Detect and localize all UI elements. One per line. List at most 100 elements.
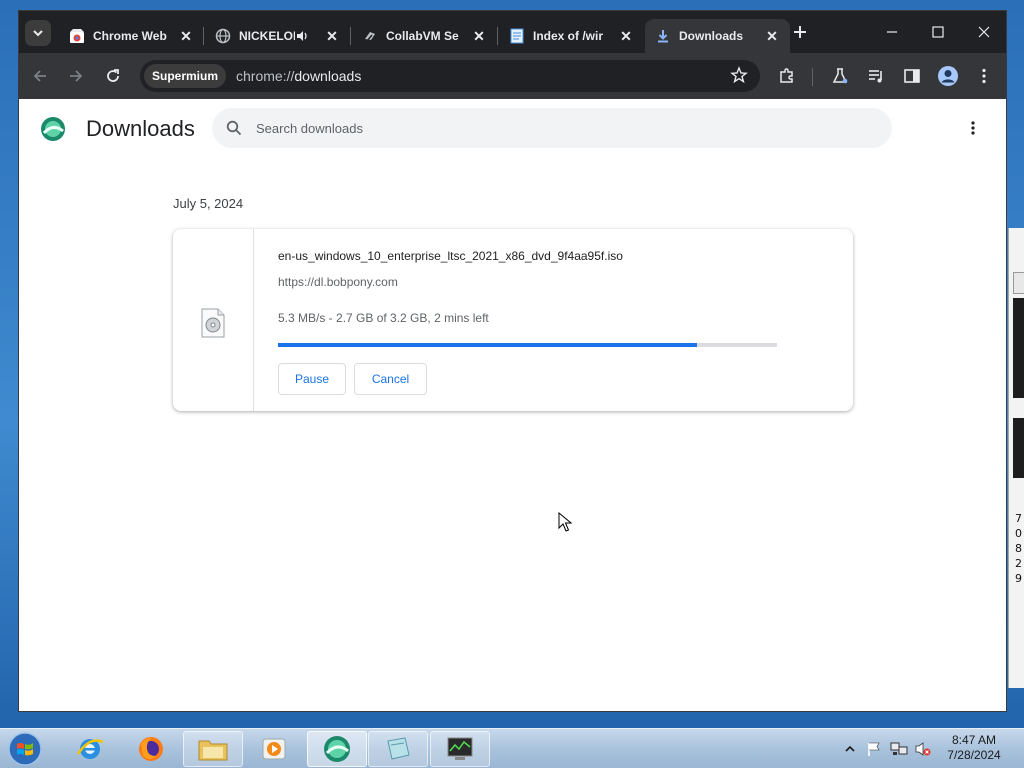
taskbar-file-explorer[interactable] (183, 731, 243, 767)
speaker-muted-icon (915, 742, 931, 756)
clock-date: 7/28/2024 (947, 748, 1001, 762)
more-vert-icon (971, 121, 975, 135)
tab-separator (497, 27, 498, 45)
taskbar: 8:47 AM 7/28/2024 (0, 728, 1024, 768)
cancel-button[interactable]: Cancel (354, 363, 427, 395)
download-source-url[interactable]: https://dl.bobpony.com (278, 275, 398, 289)
tab-separator (203, 27, 204, 45)
supermium-icon (324, 736, 350, 762)
mouse-cursor-icon (558, 511, 573, 537)
close-icon[interactable]: ✕ (178, 28, 194, 45)
browser-chip[interactable]: Supermium (144, 64, 227, 88)
chevron-up-icon (845, 745, 855, 752)
tab-chrome-web-store[interactable]: Chrome Web ✕ (59, 19, 204, 53)
collabvm-icon (362, 28, 378, 44)
background-text-5: 9 (1015, 572, 1022, 585)
search-bar[interactable] (212, 108, 892, 148)
new-tab-button[interactable] (793, 23, 807, 43)
maximize-button[interactable] (927, 21, 949, 43)
extensions-button[interactable] (776, 65, 798, 87)
taskbar-media-player[interactable] (244, 731, 304, 767)
taskbar-app-window[interactable] (368, 731, 428, 767)
disc-image-file-icon (201, 308, 225, 343)
network-button[interactable] (889, 739, 909, 759)
download-icon-column (173, 229, 254, 411)
back-button[interactable] (29, 65, 51, 87)
url-text[interactable]: chrome://downloads (236, 68, 361, 84)
browser-window: Chrome Web ✕ NICKELOD ✕ CollabVM Se ✕ (18, 10, 1007, 712)
address-bar[interactable]: Supermium chrome://downloads (140, 60, 760, 92)
taskbar-firefox[interactable] (121, 731, 181, 767)
media-controls-button[interactable] (865, 65, 887, 87)
flag-icon (868, 742, 880, 756)
internet-explorer-icon (76, 739, 104, 759)
bookmark-star-button[interactable] (730, 66, 748, 89)
tab-index-of[interactable]: Index of /wir ✕ (499, 19, 644, 53)
document-icon (509, 28, 525, 44)
tab-nickelodeon[interactable]: NICKELOD ✕ (205, 19, 350, 53)
downloads-page: Downloads July 5, 2024 en-us_windows_10_… (19, 99, 1006, 711)
close-window-button[interactable] (973, 21, 995, 43)
folder-icon (198, 740, 228, 761)
volume-button[interactable] (913, 739, 933, 759)
puzzle-icon (780, 68, 793, 83)
browser-menu-button[interactable] (973, 65, 995, 87)
tab-title: CollabVM Se (386, 29, 459, 43)
tab-strip: Chrome Web ✕ NICKELOD ✕ CollabVM Se ✕ (19, 11, 1006, 53)
side-panel-icon (904, 69, 920, 83)
globe-icon (215, 28, 231, 44)
download-status: 5.3 MB/s - 2.7 GB of 3.2 GB, 2 mins left (278, 311, 489, 325)
date-heading: July 5, 2024 (173, 196, 244, 211)
action-center-button[interactable] (864, 739, 884, 759)
profile-button[interactable] (937, 65, 959, 87)
avatar-icon (938, 66, 958, 86)
download-filename[interactable]: en-us_windows_10_enterprise_ltsc_2021_x8… (278, 249, 623, 263)
tab-title: NICKELOD (239, 29, 295, 43)
background-text-2: 0 (1015, 527, 1022, 540)
toolbar-divider (812, 68, 813, 86)
tab-collabvm[interactable]: CollabVM Se ✕ (352, 19, 497, 53)
close-icon[interactable]: ✕ (324, 28, 340, 45)
downloads-menu-button[interactable] (963, 118, 983, 138)
start-button[interactable] (6, 731, 44, 767)
close-icon[interactable]: ✕ (471, 28, 487, 45)
close-icon[interactable]: ✕ (618, 28, 634, 45)
reload-button[interactable] (102, 65, 124, 87)
search-input[interactable] (256, 120, 856, 136)
flask-icon (832, 68, 848, 84)
side-panel-button[interactable] (901, 65, 923, 87)
download-progress-bar (278, 343, 777, 347)
network-icon (890, 742, 908, 755)
download-item: en-us_windows_10_enterprise_ltsc_2021_x8… (173, 229, 853, 411)
taskbar-supermium[interactable] (307, 731, 367, 767)
labs-button[interactable] (829, 65, 851, 87)
background-window-header (1013, 272, 1024, 294)
minimize-button[interactable] (881, 21, 903, 43)
speaker-icon[interactable] (295, 29, 313, 43)
close-icon[interactable]: ✕ (764, 28, 780, 45)
queue-music-icon (869, 70, 882, 83)
url-host: downloads (294, 68, 362, 84)
tab-search-button[interactable] (25, 20, 51, 46)
plus-icon (794, 26, 806, 38)
system-clock[interactable]: 8:47 AM 7/28/2024 (935, 733, 1013, 763)
arrow-left-icon (33, 70, 46, 82)
page-title: Downloads (86, 116, 195, 141)
background-text-3: 8 (1015, 542, 1022, 555)
reload-icon (107, 69, 119, 82)
forward-button[interactable] (65, 65, 87, 87)
browser-toolbar: Supermium chrome://downloads (19, 53, 1006, 99)
tab-title: Downloads (679, 29, 744, 43)
tab-downloads[interactable]: Downloads ✕ (645, 19, 790, 53)
pause-button[interactable]: Pause (278, 363, 346, 395)
tab-title: Index of /wir (533, 29, 604, 43)
taskbar-task-manager[interactable] (430, 731, 490, 767)
arrow-right-icon (70, 70, 83, 82)
background-window: 7 0 8 2 9 (1008, 228, 1024, 688)
search-icon (224, 118, 244, 138)
download-icon (655, 28, 671, 44)
url-scheme: chrome:// (236, 68, 295, 84)
show-hidden-icons-button[interactable] (843, 739, 857, 759)
background-window-graph (1013, 298, 1024, 398)
taskbar-internet-explorer[interactable] (60, 731, 120, 767)
